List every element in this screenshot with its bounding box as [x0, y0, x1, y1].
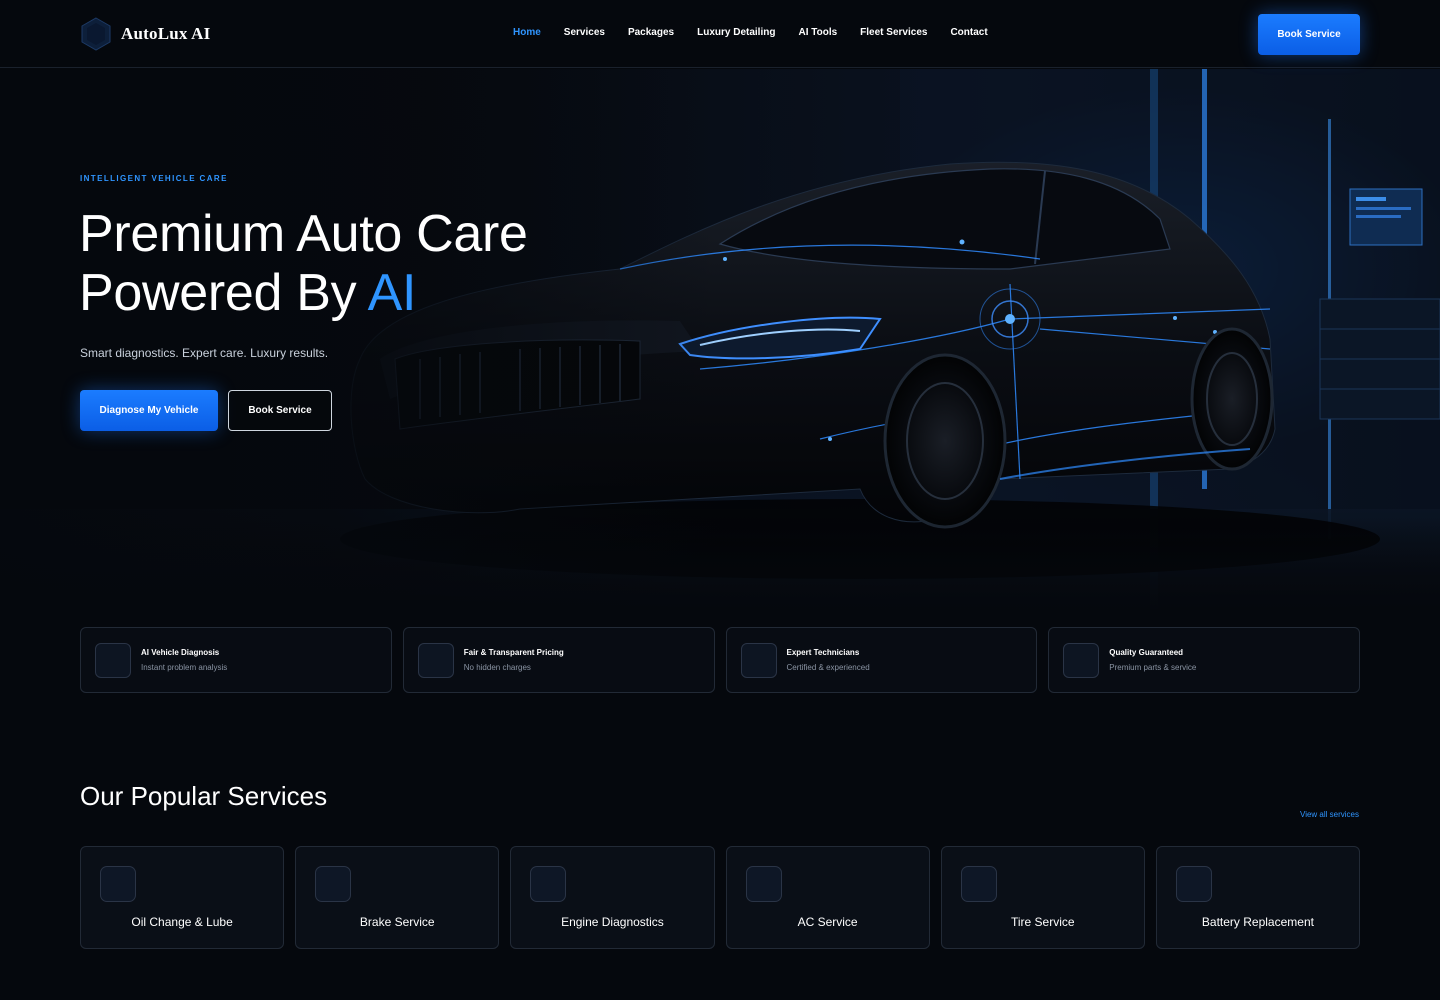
nav-link-contact[interactable]: Contact: [950, 27, 987, 38]
feature-card: Expert Technicians Certified & experienc…: [725, 627, 1038, 693]
feature-title: AI Vehicle Diagnosis: [141, 648, 220, 657]
features-row: AI Vehicle Diagnosis Instant problem ana…: [80, 627, 1360, 693]
service-card-oil-change[interactable]: Oil Change & Lube: [80, 846, 285, 949]
service-name: AC Service: [797, 915, 858, 929]
hero-title-accent: AI: [367, 264, 417, 322]
service-name: Engine Diagnostics: [561, 915, 664, 929]
services-heading: Our Popular Services: [80, 781, 328, 811]
hero-subtitle: Smart diagnostics. Expert care. Luxury r…: [80, 346, 329, 360]
services-grid: Oil Change & Lube Brake Service Engine D…: [80, 846, 1361, 949]
brand-name: AutoLux AI: [121, 24, 211, 43]
feature-title: Fair & Transparent Pricing: [463, 648, 564, 657]
hero-eyebrow: INTELLIGENT VEHICLE CARE: [80, 174, 228, 183]
ai-diagnosis-icon: [95, 643, 131, 678]
brake-disc-icon: [315, 866, 352, 902]
nav-link-luxury-detailing[interactable]: Luxury Detailing: [697, 27, 775, 38]
hexagon-logo-icon: [81, 17, 111, 51]
feature-card: AI Vehicle Diagnosis Instant problem ana…: [80, 627, 392, 693]
feature-card: Fair & Transparent Pricing No hidden cha…: [402, 627, 715, 693]
book-service-hero-button[interactable]: Book Service: [228, 390, 332, 431]
service-card-engine[interactable]: Engine Diagnostics: [510, 846, 715, 949]
hero-title-line1: Premium Auto Care: [79, 205, 528, 263]
feature-desc: Certified & experienced: [786, 663, 870, 672]
hero-title-line2-prefix: Powered By: [79, 264, 368, 322]
service-card-tire[interactable]: Tire Service: [940, 846, 1145, 949]
view-all-services-link[interactable]: View all services: [1300, 810, 1359, 819]
nav-link-fleet-services[interactable]: Fleet Services: [860, 27, 927, 38]
feature-desc: Premium parts & service: [1109, 663, 1197, 672]
service-card-ac[interactable]: AC Service: [725, 846, 930, 949]
hero-title: Premium Auto Care Powered By AI: [79, 205, 528, 323]
battery-icon: [1175, 866, 1212, 902]
diagnose-vehicle-button[interactable]: Diagnose My Vehicle: [80, 390, 218, 431]
feature-title: Expert Technicians: [786, 648, 860, 657]
top-navigation: AutoLux AI Home Services Packages Luxury…: [0, 0, 1440, 68]
quality-badge-icon: [1063, 643, 1100, 678]
feature-card: Quality Guaranteed Premium parts & servi…: [1048, 627, 1360, 693]
nav-link-packages[interactable]: Packages: [628, 27, 674, 38]
book-service-nav-button[interactable]: Book Service: [1258, 14, 1360, 55]
service-name: Tire Service: [1010, 915, 1075, 929]
nav-link-services[interactable]: Services: [564, 27, 605, 38]
service-card-brake[interactable]: Brake Service: [295, 846, 500, 949]
service-name: Battery Replacement: [1201, 915, 1314, 929]
hero-section: INTELLIGENT VEHICLE CARE Premium Auto Ca…: [0, 69, 1440, 609]
service-name: Brake Service: [359, 915, 435, 929]
feature-desc: No hidden charges: [463, 663, 531, 672]
pricing-icon: [417, 643, 454, 678]
oil-can-icon: [100, 866, 136, 902]
technician-icon: [740, 643, 777, 678]
service-card-battery[interactable]: Battery Replacement: [1155, 846, 1361, 949]
engine-icon: [530, 866, 567, 902]
hero-bottom-overlay: [0, 519, 1440, 609]
nav-links: Home Services Packages Luxury Detailing …: [513, 27, 1011, 38]
tire-icon: [960, 866, 997, 902]
snowflake-icon: [745, 866, 782, 902]
nav-link-home[interactable]: Home: [513, 27, 541, 38]
feature-desc: Instant problem analysis: [141, 663, 228, 672]
feature-title: Quality Guaranteed: [1109, 648, 1184, 657]
service-name: Oil Change & Lube: [131, 915, 233, 929]
brand-logo[interactable]: AutoLux AI: [80, 17, 210, 51]
nav-link-ai-tools[interactable]: AI Tools: [798, 27, 837, 38]
